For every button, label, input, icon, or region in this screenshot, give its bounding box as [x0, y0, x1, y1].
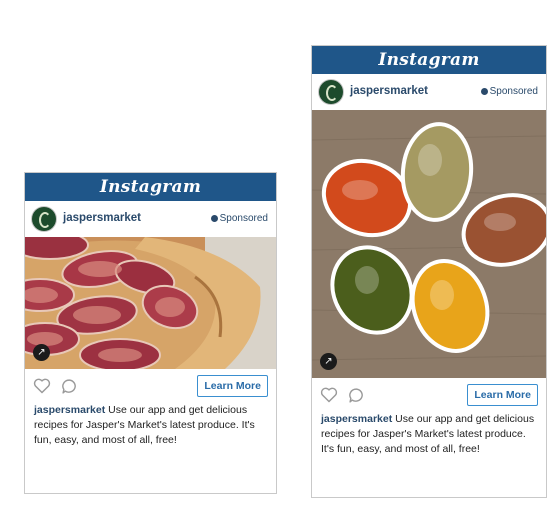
- heart-icon[interactable]: [33, 378, 51, 394]
- sponsored-dot-icon: [480, 87, 488, 95]
- learn-more-button[interactable]: Learn More: [467, 384, 538, 406]
- caption-username[interactable]: jaspersmarket: [321, 413, 392, 425]
- avatar[interactable]: [32, 207, 56, 231]
- comment-icon[interactable]: [348, 387, 365, 404]
- instagram-header-bar: Instagram: [312, 46, 546, 74]
- username-link[interactable]: jaspersmarket: [63, 212, 141, 224]
- post-actions: Learn More: [312, 378, 546, 412]
- post-header: jaspersmarket Sponsored: [312, 74, 546, 110]
- instagram-ad-card-fig-tart: Instagram jaspersmarket Sponsored ↗ Lear…: [24, 172, 277, 494]
- heart-icon[interactable]: [320, 387, 338, 403]
- learn-more-button[interactable]: Learn More: [197, 375, 268, 397]
- post-caption: jaspersmarket Use our app and get delici…: [312, 412, 546, 457]
- sponsored-label: Sponsored: [210, 213, 268, 224]
- sponsored-dot-icon: [210, 214, 218, 222]
- spices-illustration: [312, 110, 546, 378]
- post-image-fig-tart[interactable]: ↗: [25, 237, 276, 369]
- post-actions: Learn More: [25, 369, 276, 403]
- post-image-spices[interactable]: ↗: [312, 110, 546, 378]
- sponsored-text: Sponsored: [489, 86, 538, 97]
- instagram-header-bar: Instagram: [25, 173, 276, 201]
- expand-icon[interactable]: ↗: [33, 344, 50, 361]
- post-caption: jaspersmarket Use our app and get delici…: [25, 403, 276, 448]
- sponsored-text: Sponsored: [219, 213, 268, 224]
- post-header: jaspersmarket Sponsored: [25, 201, 276, 237]
- comment-icon[interactable]: [61, 378, 78, 395]
- caption-username[interactable]: jaspersmarket: [34, 404, 105, 416]
- avatar[interactable]: [319, 80, 343, 104]
- sponsored-label: Sponsored: [480, 86, 538, 97]
- instagram-ad-card-spices: Instagram jaspersmarket Sponsored ↗ Lear…: [311, 45, 547, 498]
- expand-icon[interactable]: ↗: [320, 353, 337, 370]
- username-link[interactable]: jaspersmarket: [350, 85, 428, 97]
- fig-tart-illustration: [25, 237, 276, 369]
